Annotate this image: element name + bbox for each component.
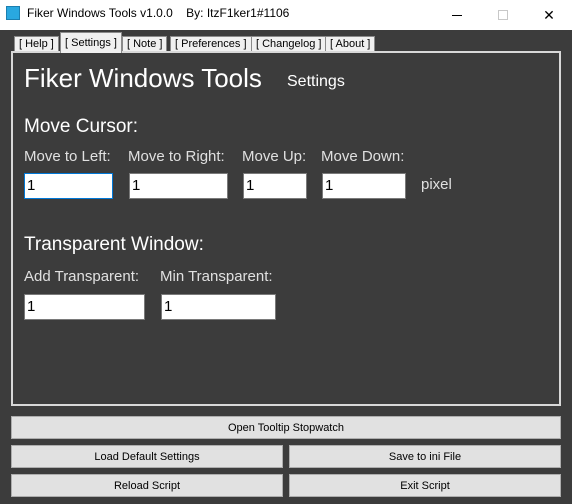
save-ini-button[interactable]: Save to ini File	[289, 445, 561, 468]
open-stopwatch-button[interactable]: Open Tooltip Stopwatch	[11, 416, 561, 439]
move-up-label: Move Up:	[242, 148, 307, 165]
app-icon	[6, 6, 20, 20]
move-up-input[interactable]: 1	[243, 173, 307, 199]
load-default-settings-button[interactable]: Load Default Settings	[11, 445, 283, 468]
move-left-input[interactable]: 1	[24, 173, 113, 199]
maximize-icon	[498, 10, 508, 20]
window-title: Fiker Windows Tools v1.0.0 By: ItzF1ker1…	[27, 6, 290, 20]
exit-script-button[interactable]: Exit Script	[289, 474, 561, 497]
move-right-label: Move to Right:	[128, 148, 225, 165]
move-down-label: Move Down:	[321, 148, 405, 165]
move-right-input[interactable]: 1	[129, 173, 228, 199]
tab-note[interactable]: [ Note ]	[122, 36, 168, 52]
tab-strip: [ Help ] [ Settings ] [ Note ] [ Prefere…	[0, 30, 572, 53]
settings-panel: Fiker Windows Tools Settings Move Cursor…	[11, 51, 561, 406]
move-down-input[interactable]: 1	[322, 173, 406, 199]
pixel-unit-label: pixel	[421, 176, 452, 193]
tab-about[interactable]: [ About ]	[325, 36, 376, 52]
tab-help[interactable]: [ Help ]	[14, 36, 59, 52]
title-bar[interactable]: Fiker Windows Tools v1.0.0 By: ItzF1ker1…	[0, 0, 572, 30]
reload-script-button[interactable]: Reload Script	[11, 474, 283, 497]
page-title: Settings	[287, 73, 345, 90]
tab-settings[interactable]: [ Settings ]	[60, 32, 122, 53]
move-left-label: Move to Left:	[24, 148, 111, 165]
add-transparent-label: Add Transparent:	[24, 268, 140, 285]
add-transparent-input[interactable]: 1	[24, 294, 145, 320]
transparent-window-heading: Transparent Window:	[24, 234, 204, 255]
min-transparent-label: Min Transparent:	[160, 268, 273, 285]
close-button[interactable]: ✕	[526, 0, 572, 30]
maximize-button[interactable]	[480, 0, 526, 30]
tab-preferences[interactable]: [ Preferences ]	[170, 36, 252, 52]
tab-changelog[interactable]: [ Changelog ]	[251, 36, 327, 52]
app-name-heading: Fiker Windows Tools	[24, 63, 262, 93]
min-transparent-input[interactable]: 1	[161, 294, 276, 320]
close-icon: ✕	[543, 6, 555, 23]
minimize-icon	[452, 14, 462, 16]
minimize-button[interactable]	[434, 0, 480, 30]
move-cursor-heading: Move Cursor:	[24, 116, 139, 137]
